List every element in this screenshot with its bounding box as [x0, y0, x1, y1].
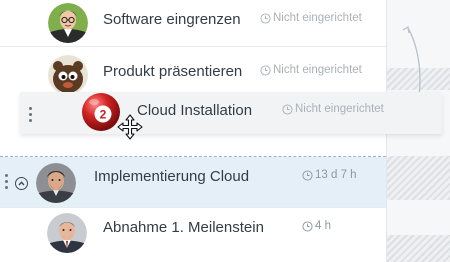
drag-handle-icon[interactable]	[29, 107, 32, 125]
status-text: Nicht eingerichtet	[295, 103, 384, 115]
bearded-man-avatar	[36, 163, 76, 203]
task-row[interactable]: Abnahme 1. Meilenstein 4 h	[0, 208, 386, 253]
task-status: Nicht eingerichtet	[260, 64, 362, 76]
task-title: Cloud Installation	[137, 102, 253, 119]
drag-handle-icon[interactable]	[5, 174, 8, 192]
task-status: 4 h	[302, 220, 331, 232]
hatched-area	[386, 156, 450, 200]
clock-icon	[302, 169, 313, 181]
dragged-task-card[interactable]: 2 Cloud Installation Nicht eingerichtet	[20, 92, 442, 134]
red-ball-avatar: 2	[81, 92, 121, 132]
row-divider	[0, 46, 386, 47]
task-status: Nicht eingerichtet	[282, 103, 384, 115]
hatched-area	[386, 235, 450, 262]
status-text: Nicht eingerichtet	[273, 64, 362, 76]
move-cursor-icon	[117, 114, 143, 140]
task-row[interactable]: Software eingrenzen Nicht eingerichtet	[0, 0, 386, 44]
clock-icon	[302, 220, 313, 232]
task-title: Abnahme 1. Meilenstein	[103, 219, 264, 236]
ball-number: 2	[100, 108, 107, 122]
task-title: Software eingrenzen	[103, 11, 241, 28]
man-in-suit-avatar	[47, 213, 87, 253]
task-title: Produkt präsentieren	[103, 63, 243, 80]
task-row[interactable]: Produkt präsentieren Nicht eingerichtet	[0, 50, 386, 95]
clock-icon	[282, 103, 293, 115]
status-text: Nicht eingerichtet	[273, 12, 362, 24]
clock-icon	[260, 12, 271, 24]
task-status: Nicht eingerichtet	[260, 12, 362, 24]
clock-icon	[260, 64, 271, 76]
task-row-expanded[interactable]: Implementierung Cloud 13 d 7 h	[0, 157, 386, 207]
task-list: Software eingrenzen Nicht eingerichtet P…	[0, 0, 450, 262]
status-text: 13 d 7 h	[315, 169, 357, 181]
chevron-up-circle-icon[interactable]	[15, 177, 28, 190]
cartoon-character-avatar	[48, 55, 88, 95]
status-text: 4 h	[315, 220, 331, 232]
task-status: 13 d 7 h	[302, 169, 357, 181]
task-title: Implementierung Cloud	[94, 168, 250, 185]
man-with-glasses-avatar	[48, 3, 88, 43]
